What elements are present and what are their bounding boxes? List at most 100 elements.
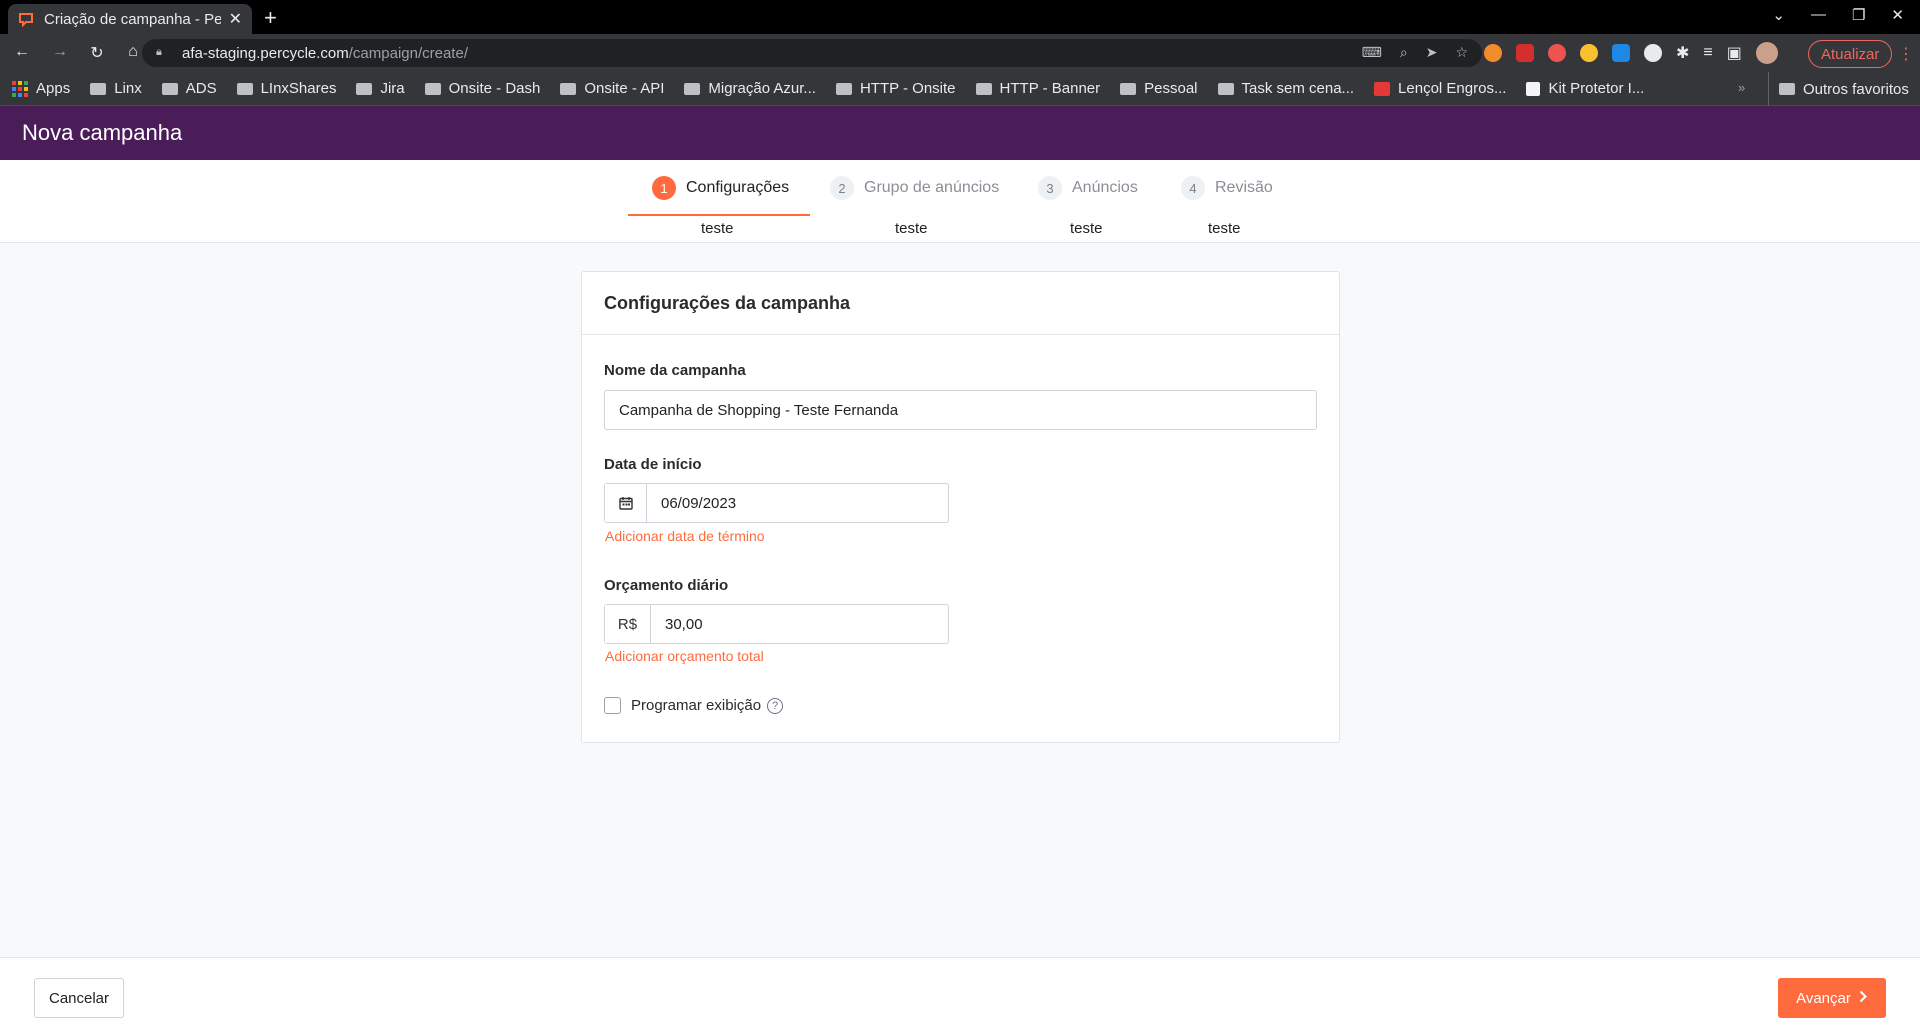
card-title: Configurações da campanha: [582, 272, 1339, 335]
campaign-settings-card: Configurações da campanha Nome da campan…: [581, 271, 1340, 743]
home-icon[interactable]: ⌂: [126, 43, 140, 63]
step-label: Anúncios: [1072, 179, 1138, 196]
apps-grid-icon: [12, 80, 28, 97]
schedule-checkbox[interactable]: [604, 697, 621, 714]
puzzle-icon[interactable]: ✱: [1676, 43, 1689, 63]
step-subtitle: teste: [701, 220, 734, 237]
step-number: 2: [830, 176, 854, 200]
folder-icon: [90, 82, 107, 95]
reload-icon[interactable]: ↻: [90, 43, 104, 63]
tab-close-icon[interactable]: ✕: [229, 9, 242, 29]
bookmark-folder[interactable]: Onsite - Dash: [424, 80, 540, 97]
add-total-budget-link[interactable]: Adicionar orçamento total: [605, 648, 764, 664]
bookmarks-bar: Apps Linx ADS LInxShares Jira Onsite - D…: [0, 72, 1920, 106]
campaign-name-label: Nome da campanha: [604, 362, 746, 379]
percycle-favicon-icon: [18, 11, 34, 27]
bookmark-folder[interactable]: Onsite - API: [560, 80, 664, 97]
step-subtitle: teste: [895, 220, 928, 237]
daily-budget-label: Orçamento diário: [604, 577, 729, 594]
bookmark-link[interactable]: Lençol Engros...: [1374, 80, 1506, 97]
extension-icon[interactable]: [1644, 44, 1662, 62]
daily-budget-input[interactable]: [651, 605, 948, 643]
extension-icon[interactable]: [1516, 44, 1534, 62]
chevron-right-icon: [1859, 990, 1868, 1007]
step-subtitle: teste: [1070, 220, 1103, 237]
amazon-icon: [1526, 81, 1541, 96]
step-number: 4: [1181, 176, 1205, 200]
bookmark-folder[interactable]: Migração Azur...: [684, 80, 816, 97]
url-host: afa-staging.percycle.com: [182, 44, 349, 62]
page-title: Nova campanha: [22, 120, 183, 145]
url-path: /campaign/create/: [348, 44, 468, 62]
bookmark-folder[interactable]: Pessoal: [1120, 80, 1198, 97]
address-bar[interactable]: 🔒︎ afa-staging.percycle.com/campaign/cre…: [142, 39, 1482, 67]
folder-icon: [424, 82, 441, 95]
tab-title: Criação de campanha - Pe: [44, 10, 221, 28]
reading-list-icon[interactable]: ≡: [1703, 44, 1712, 62]
bookmark-folder[interactable]: Jira: [356, 80, 405, 97]
new-tab-icon[interactable]: +: [264, 5, 277, 31]
schedule-row: Programar exibição ?: [604, 697, 784, 714]
currency-addon: R$: [605, 605, 651, 643]
extension-icon[interactable]: [1548, 44, 1566, 62]
more-bookmarks-icon[interactable]: »: [1738, 80, 1745, 95]
folder-icon: [161, 82, 178, 95]
folder-icon: [1217, 82, 1234, 95]
extension-icon[interactable]: [1580, 44, 1598, 62]
next-button-label: Avançar: [1796, 989, 1851, 1007]
bookmark-star-icon[interactable]: ☆: [1455, 44, 1468, 61]
cancel-button[interactable]: Cancelar: [34, 978, 124, 1018]
stepper: 1 Configurações teste 2 Grupo de anúncio…: [0, 160, 1920, 243]
bookmark-folder[interactable]: Task sem cena...: [1217, 80, 1354, 97]
next-button[interactable]: Avançar: [1778, 978, 1886, 1018]
zoom-icon[interactable]: ⌕: [1400, 44, 1408, 61]
step-label: Grupo de anúncios: [864, 179, 1000, 196]
calendar-icon[interactable]: [605, 484, 647, 522]
bookmark-link[interactable]: Kit Protetor I...: [1526, 80, 1644, 97]
folder-icon: [1120, 82, 1137, 95]
active-step-underline: [628, 214, 810, 216]
folder-icon: [560, 82, 577, 95]
close-window-icon[interactable]: ✕: [1891, 6, 1904, 24]
bookmark-folder[interactable]: Linx: [90, 80, 142, 97]
folder-icon: [975, 82, 992, 95]
update-button[interactable]: Atualizar: [1808, 40, 1893, 68]
lock-icon: 🔒︎: [156, 46, 162, 58]
send-icon[interactable]: ➤: [1426, 44, 1438, 61]
restore-icon[interactable]: ❐: [1852, 6, 1865, 24]
profile-avatar[interactable]: [1755, 42, 1778, 64]
step-label: Configurações: [686, 179, 790, 196]
bookmark-folder[interactable]: HTTP - Banner: [975, 80, 1100, 97]
footer-bar: Cancelar Avançar: [0, 957, 1920, 1032]
browser-tab[interactable]: Criação de campanha - Pe ✕: [8, 4, 252, 34]
minimize-icon[interactable]: —: [1811, 6, 1826, 24]
help-icon[interactable]: ?: [767, 697, 784, 714]
back-icon[interactable]: ←: [14, 43, 30, 63]
tab-search-icon[interactable]: ⌄: [1772, 6, 1785, 24]
forward-icon[interactable]: →: [52, 43, 68, 63]
campaign-name-input[interactable]: [604, 390, 1317, 430]
folder-icon: [835, 82, 852, 95]
bookmark-folder[interactable]: HTTP - Onsite: [835, 80, 956, 97]
side-panel-icon[interactable]: ▣: [1727, 43, 1742, 63]
schedule-label[interactable]: Programar exibição: [631, 697, 761, 714]
daily-budget-field[interactable]: R$: [604, 604, 949, 644]
extension-icon[interactable]: [1612, 44, 1630, 62]
extension-icon[interactable]: [1484, 44, 1502, 62]
folder-icon: [684, 82, 701, 95]
step-subtitle: teste: [1208, 220, 1241, 237]
start-date-label: Data de início: [604, 456, 702, 473]
bookmark-folder[interactable]: LInxShares: [236, 80, 336, 97]
bookmark-folder[interactable]: ADS: [161, 80, 217, 97]
extensions-bar: ✱ ≡ ▣: [1484, 42, 1778, 64]
menu-icon[interactable]: ⋮: [1898, 44, 1914, 64]
bookmark-apps[interactable]: Apps: [12, 80, 70, 97]
add-end-date-link[interactable]: Adicionar data de término: [605, 528, 765, 544]
browser-tabbar: Criação de campanha - Pe ✕ + ⌄ — ❐ ✕: [0, 0, 1920, 34]
translate-icon[interactable]: ⌨: [1362, 44, 1382, 61]
other-bookmarks[interactable]: Outros favoritos: [1768, 72, 1909, 106]
app-header: Nova campanha: [0, 106, 1920, 160]
start-date-input[interactable]: [647, 484, 948, 522]
window-controls: ⌄ — ❐ ✕: [1772, 6, 1904, 24]
start-date-field[interactable]: [604, 483, 949, 523]
